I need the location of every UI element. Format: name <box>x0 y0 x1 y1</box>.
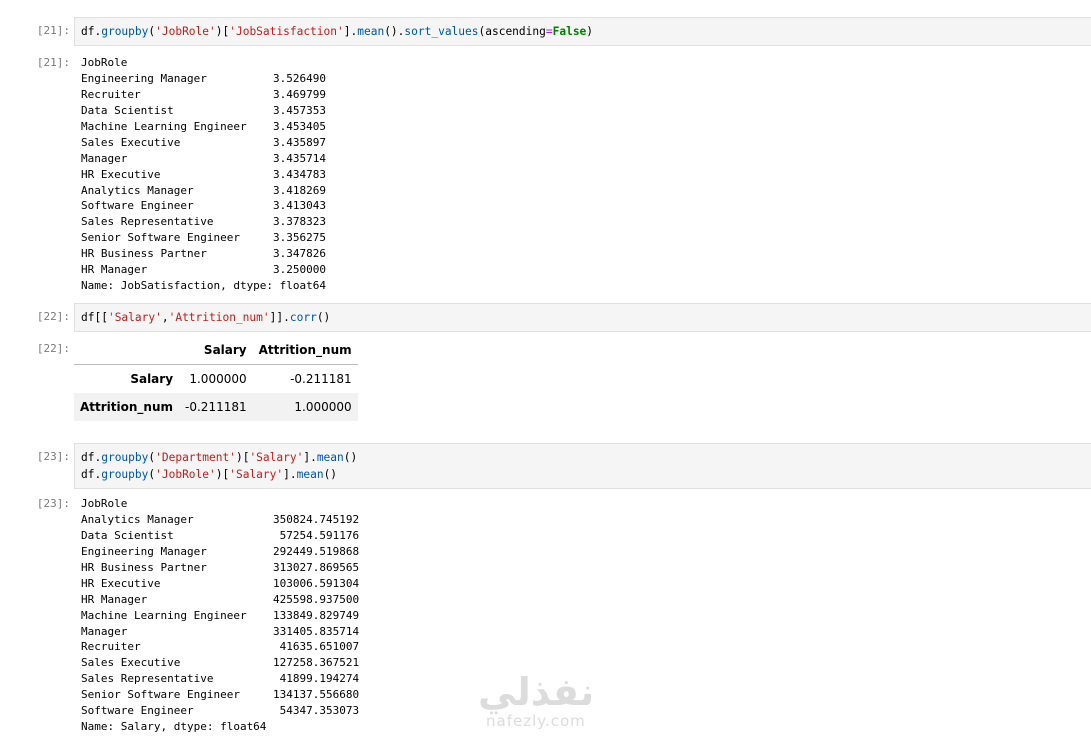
table-cell: 1.000000 <box>189 372 247 386</box>
output-line: Name: Salary, dtype: float64 <box>81 720 267 734</box>
input-prompt: [22]: <box>36 310 70 323</box>
dataframe-table: Salary Attrition_num Salary 1.000000 -0.… <box>74 336 358 421</box>
code-token: groupby <box>101 468 149 481</box>
output-line: Recruiter 3.469799 <box>81 87 327 101</box>
output-line: Data Scientist 57254.591176 <box>81 528 360 542</box>
output-line: Manager 3.435714 <box>81 151 327 165</box>
code-token: , <box>161 311 169 324</box>
code-token: (). <box>384 25 405 38</box>
output-line: Software Engineer 54347.353073 <box>81 704 360 718</box>
output-line: Engineering Manager 292449.519868 <box>81 544 360 558</box>
output-line: Sales Representative 41899.194274 <box>81 672 360 686</box>
table-row: Attrition_num -0.211181 1.000000 <box>74 393 358 421</box>
code-token: groupby <box>101 451 149 464</box>
code-token: (ascending <box>478 25 546 38</box>
table-cell: 1.000000 <box>294 400 352 414</box>
code-token: ]]. <box>269 311 290 324</box>
row-index: Attrition_num <box>80 400 174 414</box>
output-line: Senior Software Engineer 134137.556680 <box>81 688 360 702</box>
output-line: Machine Learning Engineer 133849.829749 <box>81 608 360 622</box>
output-line: Sales Executive 127258.367521 <box>81 656 360 670</box>
watermark-logo-latin: nafezly.com <box>486 712 586 730</box>
code-line: df.groupby('JobRole')['Salary'].mean() <box>81 466 1091 483</box>
text-output: JobRole Analytics Manager 350824.745192 Da… <box>81 496 359 735</box>
code-token: 'Attrition_num' <box>168 311 270 324</box>
output-line: Name: JobSatisfaction, dtype: float64 <box>81 279 327 293</box>
table-header-row: Salary Attrition_num <box>74 336 358 365</box>
code-token: groupby <box>101 25 149 38</box>
code-token: 'Salary' <box>249 451 304 464</box>
output-line: HR Business Partner 313027.869565 <box>81 560 360 574</box>
code-token: df. <box>81 25 102 38</box>
output-prompt: [21]: <box>36 56 70 69</box>
output-line: HR Executive 103006.591304 <box>81 576 360 590</box>
output-line: Sales Representative 3.378323 <box>81 215 327 229</box>
code-line: df[['Salary','Attrition_num']].corr() <box>81 309 1091 326</box>
output-line: Sales Executive 3.435897 <box>81 135 327 149</box>
code-editor[interactable]: df.groupby('Department')['Salary'].mean(… <box>74 443 1091 489</box>
code-token: ) <box>586 25 594 38</box>
code-token: df[[ <box>81 311 108 324</box>
output-line: Software Engineer 3.413043 <box>81 199 327 213</box>
code-line: df.groupby('Department')['Salary'].mean(… <box>81 449 1091 466</box>
code-token: 'JobRole' <box>155 25 216 38</box>
table-row: Salary 1.000000 -0.211181 <box>74 365 358 394</box>
code-editor[interactable]: df.groupby('JobRole')['JobSatisfaction']… <box>74 17 1091 46</box>
code-editor[interactable]: df[['Salary','Attrition_num']].corr() <box>74 303 1091 332</box>
output-prompt: [22]: <box>36 342 70 355</box>
code-token: 'Department' <box>155 451 236 464</box>
code-token: ]. <box>283 468 297 481</box>
column-header <box>74 336 180 365</box>
code-token: ]. <box>343 25 358 38</box>
output-line: HR Manager 3.250000 <box>81 263 327 277</box>
code-token: () <box>316 311 331 324</box>
code-token: = <box>545 25 553 38</box>
output-line: Recruiter 41635.651007 <box>81 640 360 654</box>
row-index: Salary <box>130 372 174 386</box>
output-line: Manager 331405.835714 <box>81 624 360 638</box>
code-token: mean <box>296 468 324 481</box>
code-token: )[ <box>235 451 250 464</box>
code-token: 'Salary' <box>107 311 162 324</box>
code-token: df. <box>81 451 102 464</box>
output-line: Analytics Manager 350824.745192 <box>81 512 360 526</box>
output-line: Machine Learning Engineer 3.453405 <box>81 119 327 133</box>
code-token: corr <box>289 311 317 324</box>
column-header: Attrition_num <box>252 336 358 365</box>
code-token: () <box>323 468 338 481</box>
code-token: 'Salary' <box>229 468 284 481</box>
output-line: HR Manager 425598.937500 <box>81 592 360 606</box>
code-line: df.groupby('JobRole')['JobSatisfaction']… <box>81 23 1091 40</box>
code-token: )[ <box>215 468 230 481</box>
output-line: JobRole <box>81 56 128 69</box>
text-output: JobRole Engineering Manager 3.526490 Recru… <box>81 55 326 294</box>
output-line: HR Executive 3.434783 <box>81 167 327 181</box>
output-line: HR Business Partner 3.347826 <box>81 247 327 261</box>
input-prompt: [23]: <box>36 450 70 463</box>
code-token: () <box>343 451 358 464</box>
nafezly-watermark: نفذلي nafezly.com <box>478 672 594 730</box>
code-token: 'JobRole' <box>155 468 216 481</box>
output-line: Data Scientist 3.457353 <box>81 103 327 117</box>
code-token: mean <box>357 25 385 38</box>
watermark-logo-arabic: نفذلي <box>478 670 595 714</box>
output-line: Engineering Manager 3.526490 <box>81 71 327 85</box>
code-token: ]. <box>303 451 317 464</box>
output-line: Senior Software Engineer 3.356275 <box>81 231 327 245</box>
output-line: JobRole <box>81 497 128 510</box>
code-token: )[ <box>215 25 230 38</box>
table-cell: -0.211181 <box>185 400 247 414</box>
column-header: Salary <box>179 336 253 365</box>
output-line: Analytics Manager 3.418269 <box>81 183 327 197</box>
code-token: False <box>552 25 587 38</box>
code-token: 'JobSatisfaction' <box>229 25 344 38</box>
output-prompt: [23]: <box>36 497 70 510</box>
table-cell: -0.211181 <box>290 372 352 386</box>
code-token: sort_values <box>404 25 479 38</box>
code-token: mean <box>316 451 344 464</box>
code-token: df. <box>81 468 102 481</box>
input-prompt: [21]: <box>36 24 70 37</box>
